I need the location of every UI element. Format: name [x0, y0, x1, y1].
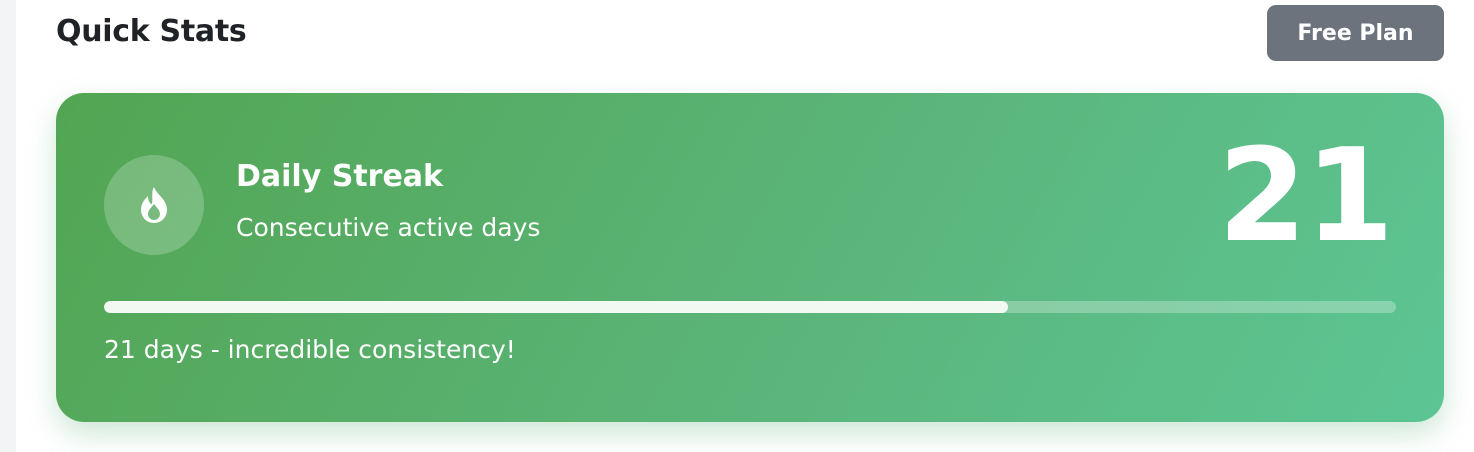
flame-icon [141, 187, 167, 223]
free-plan-button[interactable]: Free Plan [1267, 5, 1444, 61]
quick-stats-panel: Quick Stats Free Plan Daily Streak Conse… [16, 0, 1474, 452]
section-title: Quick Stats [56, 14, 247, 49]
progress-caption: 21 days - incredible consistency! [104, 335, 516, 364]
streak-count: 21 [1217, 122, 1394, 271]
card-subtitle: Consecutive active days [236, 213, 541, 242]
flame-icon-badge [104, 155, 204, 255]
card-title: Daily Streak [236, 159, 443, 194]
daily-streak-card[interactable]: Daily Streak Consecutive active days 21 … [56, 93, 1444, 422]
streak-progress-fill [104, 301, 1009, 313]
streak-progress-bar [104, 301, 1396, 313]
